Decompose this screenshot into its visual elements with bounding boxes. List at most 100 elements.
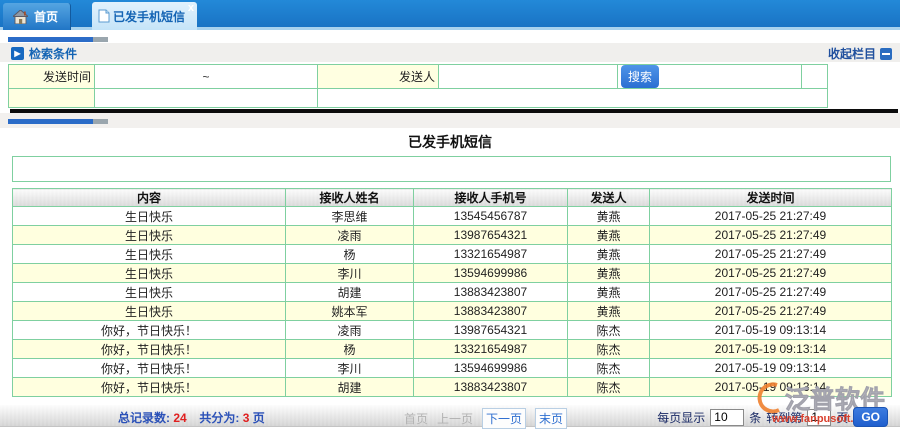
send-time-label: 发送时间 xyxy=(9,65,95,89)
cell-recipient-name: 凌雨 xyxy=(286,226,414,245)
cell-sender: 陈杰 xyxy=(568,340,650,359)
footer-bar: 总记录数: 24 共分为: 3 页 首页 上一页 下一页 末页 每页显示 条 转… xyxy=(0,405,900,427)
header-content: 内容 xyxy=(13,189,286,207)
table-row[interactable]: 生日快乐 李思维 13545456787 黄燕 2017-05-25 21:27… xyxy=(13,207,892,226)
table-row[interactable]: 你好，节日快乐！ 李川 13594699986 陈杰 2017-05-19 09… xyxy=(13,359,892,378)
cell-recipient-name: 杨 xyxy=(286,340,414,359)
cell-send-time: 2017-05-25 21:27:49 xyxy=(650,245,892,264)
table-body: 生日快乐 李思维 13545456787 黄燕 2017-05-25 21:27… xyxy=(13,207,892,397)
cell-recipient-name: 胡建 xyxy=(286,378,414,397)
page-size-controls: 每页显示 条 转到第 页 GO xyxy=(657,407,888,427)
search-panel-title[interactable]: ▶ 检索条件 xyxy=(11,45,77,62)
page-unit-label: 页 xyxy=(836,409,848,426)
cell-recipient-name: 凌雨 xyxy=(286,321,414,340)
header-recipient-name: 接收人姓名 xyxy=(286,189,414,207)
cell-recipient-phone: 13594699986 xyxy=(414,264,568,283)
cell-content: 你好，节日快乐！ xyxy=(13,321,286,340)
cell-content: 你好，节日快乐！ xyxy=(13,340,286,359)
cell-recipient-name: 胡建 xyxy=(286,283,414,302)
first-page-link[interactable]: 首页 xyxy=(404,410,428,427)
cell-recipient-name: 李川 xyxy=(286,264,414,283)
toolbar-box xyxy=(12,156,891,182)
records-count: 24 xyxy=(173,411,186,425)
sender-input[interactable] xyxy=(439,66,617,88)
cell-recipient-name: 姚本军 xyxy=(286,302,414,321)
page-size-input[interactable] xyxy=(710,409,744,426)
header-recipient-phone: 接收人手机号 xyxy=(414,189,568,207)
table-row[interactable]: 你好，节日快乐！ 胡建 13883423807 陈杰 2017-05-19 09… xyxy=(13,378,892,397)
tab-close-icon[interactable]: x xyxy=(188,3,194,14)
cell-send-time: 2017-05-19 09:13:14 xyxy=(650,321,892,340)
cell-recipient-phone: 13321654987 xyxy=(414,245,568,264)
form-spacer-cell xyxy=(802,65,828,89)
cell-send-time: 2017-05-25 21:27:49 xyxy=(650,226,892,245)
table-row[interactable]: 生日快乐 姚本军 13883423807 黄燕 2017-05-25 21:27… xyxy=(13,302,892,321)
tab-home[interactable]: 首页 xyxy=(3,3,71,30)
cell-recipient-name: 李川 xyxy=(286,359,414,378)
sender-cell xyxy=(439,65,618,89)
unit-label: 条 xyxy=(749,409,761,426)
cell-sender: 黄燕 xyxy=(568,207,650,226)
tab-sent-sms[interactable]: 已发手机短信 x xyxy=(92,2,197,30)
search-button-cell: 搜索 xyxy=(618,65,802,89)
cell-content: 生日快乐 xyxy=(13,302,286,321)
cell-recipient-phone: 13883423807 xyxy=(414,378,568,397)
cell-recipient-phone: 13594699986 xyxy=(414,359,568,378)
cell-recipient-phone: 13883423807 xyxy=(414,302,568,321)
cell-content: 生日快乐 xyxy=(13,283,286,302)
cell-content: 你好，节日快乐！ xyxy=(13,378,286,397)
next-page-button[interactable]: 下一页 xyxy=(482,408,526,429)
cell-sender: 陈杰 xyxy=(568,378,650,397)
page-size-label: 每页显示 xyxy=(657,409,705,426)
header-sender: 发送人 xyxy=(568,189,650,207)
cell-recipient-phone: 13321654987 xyxy=(414,340,568,359)
form-empty-label xyxy=(9,89,95,108)
table-row[interactable]: 生日快乐 凌雨 13987654321 黄燕 2017-05-25 21:27:… xyxy=(13,226,892,245)
last-page-button[interactable]: 末页 xyxy=(535,408,567,429)
document-icon xyxy=(98,9,110,23)
cell-send-time: 2017-05-19 09:13:14 xyxy=(650,340,892,359)
cell-sender: 黄燕 xyxy=(568,245,650,264)
page-title: 已发手机短信 xyxy=(0,132,900,152)
cell-sender: 陈杰 xyxy=(568,359,650,378)
cell-content: 生日快乐 xyxy=(13,226,286,245)
search-button[interactable]: 搜索 xyxy=(621,65,659,88)
table-row[interactable]: 生日快乐 胡建 13883423807 黄燕 2017-05-25 21:27:… xyxy=(13,283,892,302)
cell-recipient-phone: 13987654321 xyxy=(414,226,568,245)
scroll-indicator-main xyxy=(8,119,108,124)
tab-home-label: 首页 xyxy=(34,8,58,25)
expand-arrow-icon: ▶ xyxy=(11,47,24,60)
cell-recipient-phone: 13883423807 xyxy=(414,283,568,302)
cell-sender: 黄燕 xyxy=(568,302,650,321)
cell-sender: 黄燕 xyxy=(568,264,650,283)
collapse-icon xyxy=(880,48,892,60)
tab-sent-sms-label: 已发手机短信 xyxy=(113,8,185,25)
cell-content: 生日快乐 xyxy=(13,245,286,264)
cell-send-time: 2017-05-25 21:27:49 xyxy=(650,264,892,283)
search-form: 发送时间 ~ 发送人 搜索 xyxy=(8,64,828,108)
prev-page-link[interactable]: 上一页 xyxy=(437,410,473,427)
table-row[interactable]: 你好，节日快乐！ 凌雨 13987654321 陈杰 2017-05-19 09… xyxy=(13,321,892,340)
send-time-range[interactable]: ~ xyxy=(95,65,318,89)
header-send-time: 发送时间 xyxy=(650,189,892,207)
table-row[interactable]: 生日快乐 杨 13321654987 黄燕 2017-05-25 21:27:4… xyxy=(13,245,892,264)
pages-count: 3 xyxy=(243,411,250,425)
cell-send-time: 2017-05-25 21:27:49 xyxy=(650,207,892,226)
cell-content: 生日快乐 xyxy=(13,264,286,283)
cell-recipient-name: 李思维 xyxy=(286,207,414,226)
cell-send-time: 2017-05-25 21:27:49 xyxy=(650,302,892,321)
cell-send-time: 2017-05-19 09:13:14 xyxy=(650,378,892,397)
table-row[interactable]: 生日快乐 李川 13594699986 黄燕 2017-05-25 21:27:… xyxy=(13,264,892,283)
table-header-row: 内容 接收人姓名 接收人手机号 发送人 发送时间 xyxy=(13,189,892,207)
go-button[interactable]: GO xyxy=(853,407,888,427)
collapse-columns[interactable]: 收起栏目 xyxy=(828,45,892,62)
records-summary: 总记录数: 24 共分为: 3 页 xyxy=(118,409,265,426)
goto-label: 转到第 xyxy=(766,409,802,426)
cell-recipient-phone: 13545456787 xyxy=(414,207,568,226)
gray-band xyxy=(0,113,900,128)
sender-label: 发送人 xyxy=(318,65,439,89)
sms-table: 内容 接收人姓名 接收人手机号 发送人 发送时间 生日快乐 李思维 135454… xyxy=(12,188,892,397)
goto-page-input[interactable] xyxy=(807,409,831,426)
table-row[interactable]: 你好，节日快乐！ 杨 13321654987 陈杰 2017-05-19 09:… xyxy=(13,340,892,359)
form-empty-cell-2 xyxy=(318,89,828,108)
